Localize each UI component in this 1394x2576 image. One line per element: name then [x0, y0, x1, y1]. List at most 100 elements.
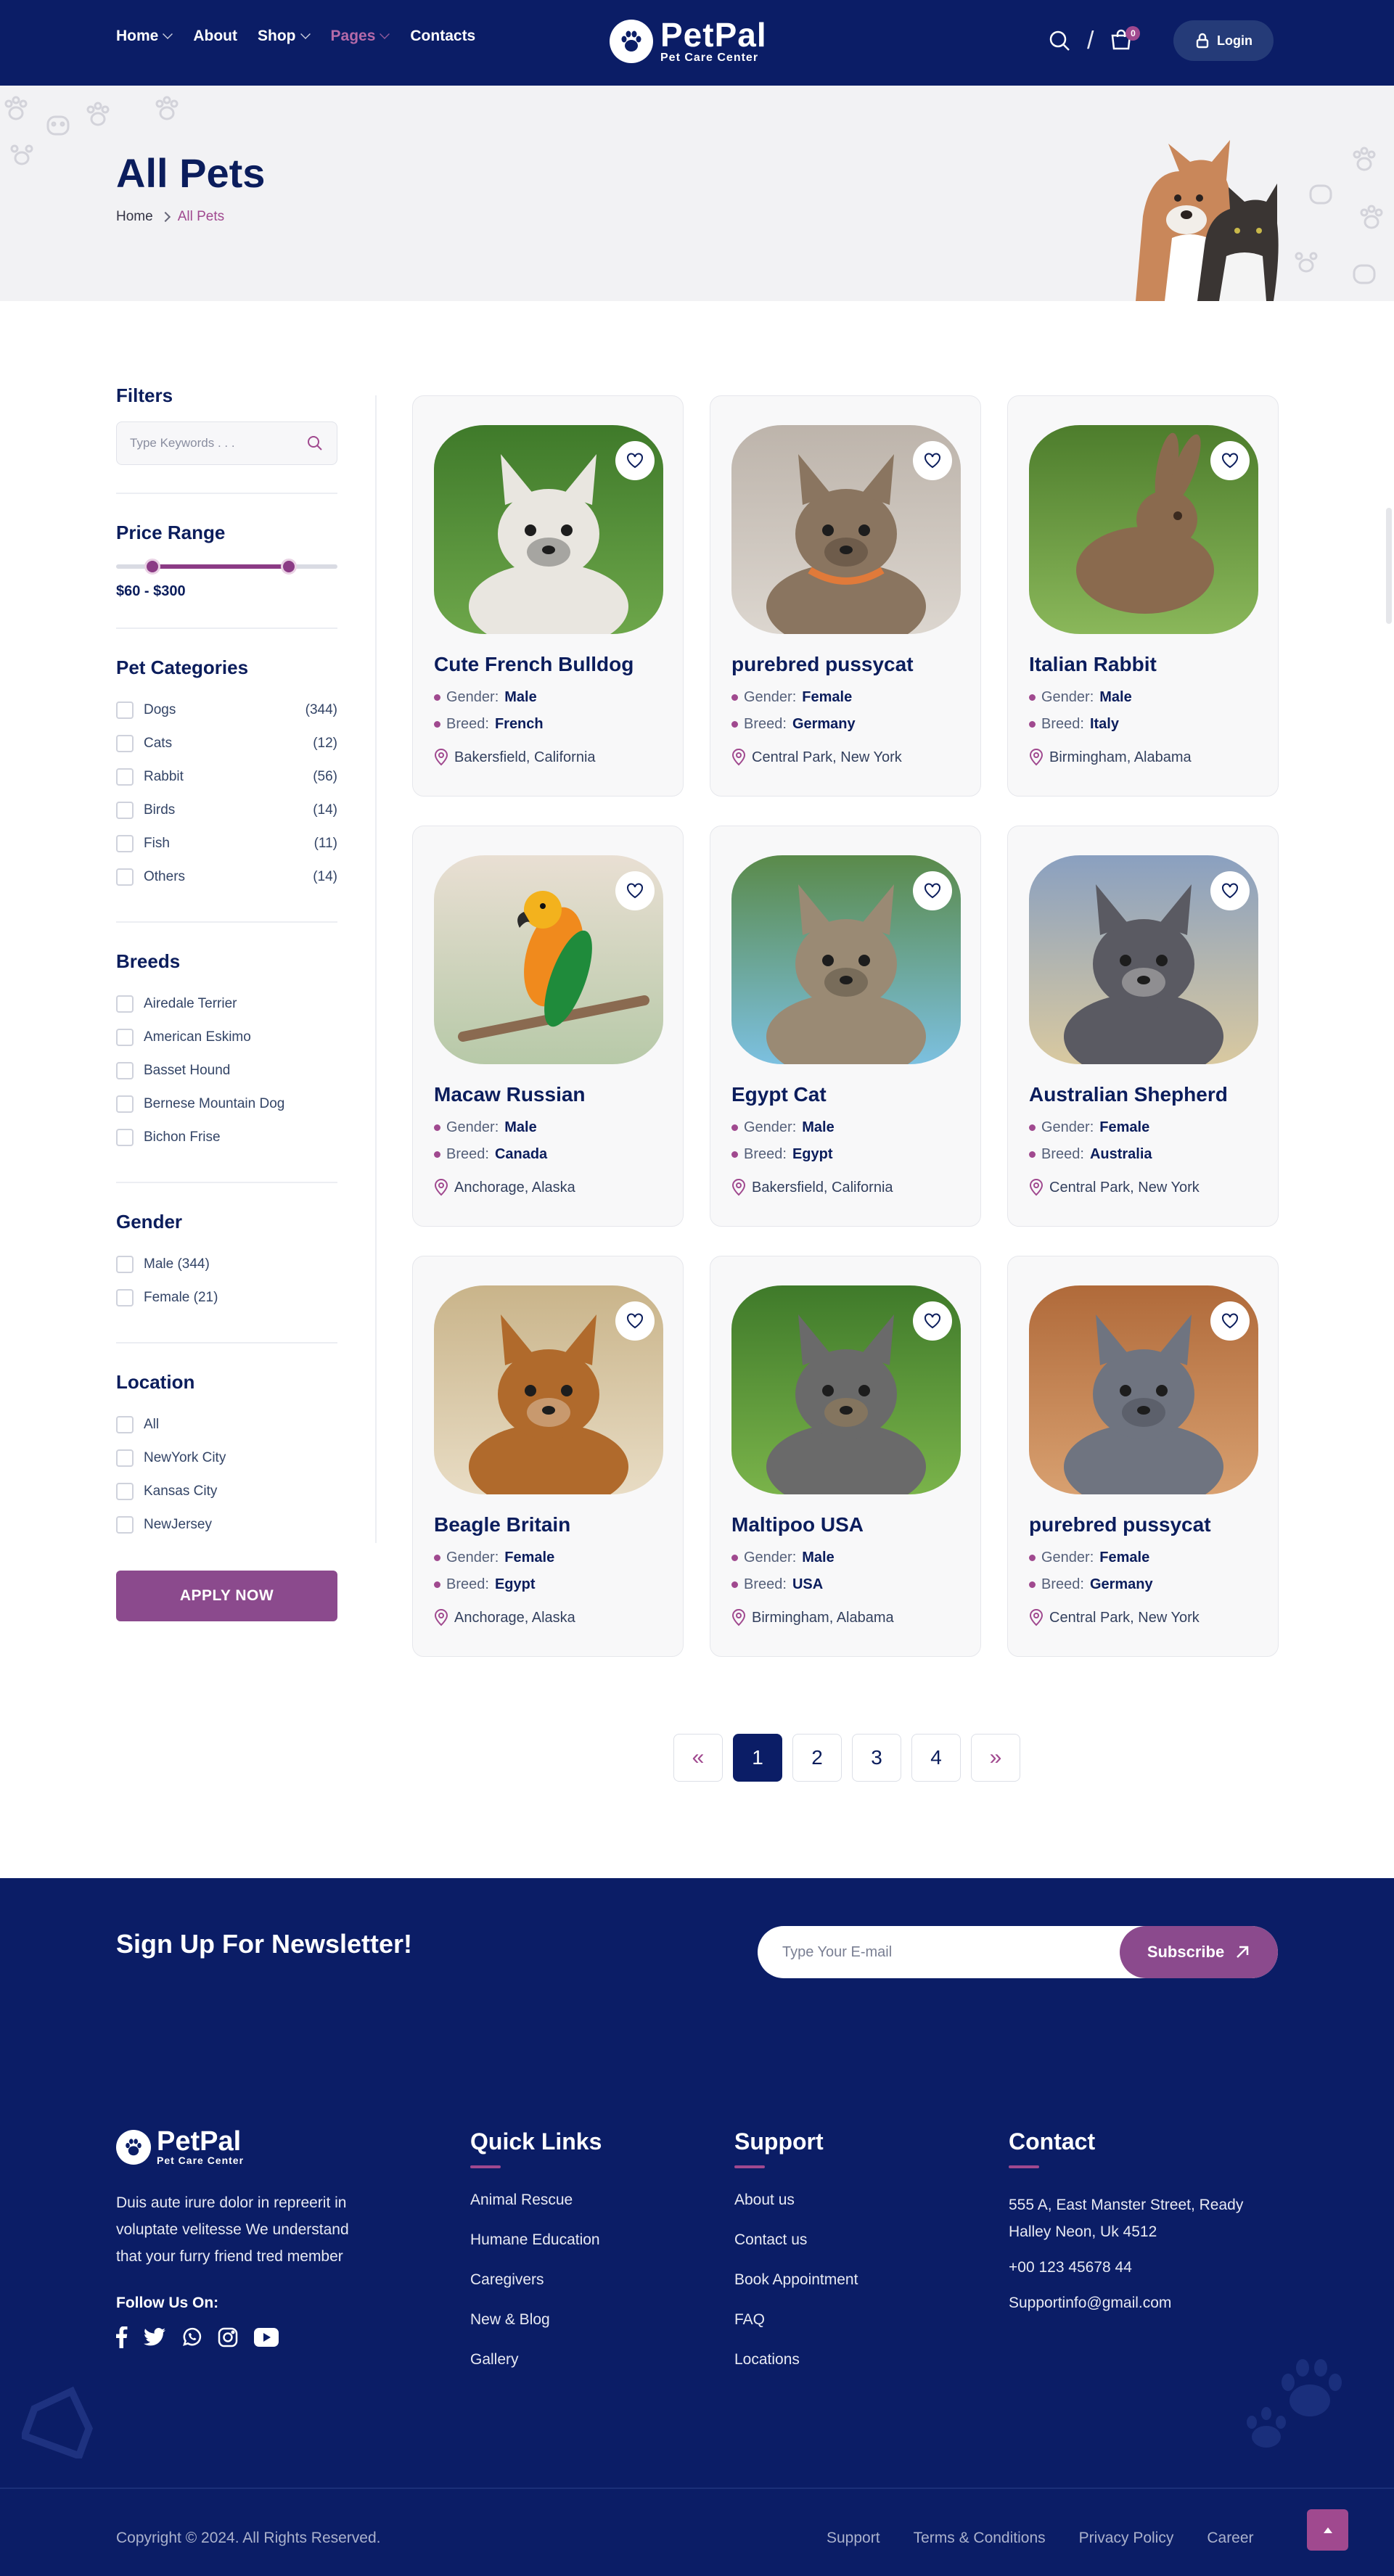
whatsapp-icon[interactable]	[181, 2327, 202, 2347]
footer-bottom-link[interactable]: Career	[1207, 2530, 1253, 2547]
page-button[interactable]: 2	[792, 1734, 842, 1782]
site-logo[interactable]: PetPal Pet Care Center	[610, 18, 767, 64]
footer-link[interactable]: Humane Education	[470, 2231, 602, 2249]
category-option[interactable]: Birds (14)	[116, 794, 337, 827]
footer-bottom-link[interactable]: Support	[827, 2530, 880, 2547]
facebook-icon[interactable]	[116, 2326, 128, 2348]
contact-email[interactable]: Supportinfo@gmail.com	[1009, 2289, 1284, 2316]
checkbox[interactable]	[116, 1095, 134, 1113]
nav-shop[interactable]: Shop	[258, 28, 311, 45]
gender-option[interactable]: Female (21)	[116, 1281, 337, 1314]
pet-card[interactable]: Italian Rabbit Gender: Male Breed: Italy B…	[1007, 395, 1279, 797]
pet-name[interactable]: Maltipoo USA	[731, 1513, 864, 1536]
location-option[interactable]: NewJersey	[116, 1508, 337, 1542]
checkbox[interactable]	[116, 735, 134, 752]
footer-link[interactable]: Gallery	[470, 2351, 602, 2369]
footer-link[interactable]: Locations	[734, 2351, 858, 2369]
pet-card[interactable]: Maltipoo USA Gender: Male Breed: USA Birmi…	[710, 1256, 981, 1657]
location-option[interactable]: Kansas City	[116, 1475, 337, 1508]
instagram-icon[interactable]	[218, 2327, 238, 2347]
checkbox[interactable]	[116, 835, 134, 852]
category-option[interactable]: Fish (11)	[116, 827, 337, 860]
pet-image[interactable]	[731, 855, 961, 1064]
pet-card[interactable]: Cute French Bulldog Gender: Male Breed: Fr…	[412, 395, 684, 797]
heart-icon[interactable]	[615, 1301, 655, 1341]
pet-image[interactable]	[434, 425, 663, 634]
location-option[interactable]: NewYork City	[116, 1441, 337, 1475]
checkbox[interactable]	[116, 1256, 134, 1273]
heart-icon[interactable]	[913, 1301, 952, 1341]
breadcrumb-home[interactable]: Home	[116, 209, 153, 225]
footer-link[interactable]: About us	[734, 2192, 858, 2209]
login-button[interactable]: Login	[1173, 20, 1274, 61]
page-button[interactable]: 4	[911, 1734, 961, 1782]
pet-name[interactable]: Australian Shepherd	[1029, 1083, 1228, 1106]
heart-icon[interactable]	[1210, 871, 1250, 910]
search-icon[interactable]	[306, 435, 324, 452]
keyword-search-input[interactable]: Type Keywords . . .	[116, 421, 337, 465]
nav-home[interactable]: Home	[116, 28, 173, 45]
footer-bottom-link[interactable]: Privacy Policy	[1079, 2530, 1174, 2547]
slider-min-handle[interactable]	[144, 559, 160, 575]
scrollbar[interactable]	[1386, 508, 1392, 624]
price-range-slider[interactable]	[116, 559, 337, 575]
location-option[interactable]: All	[116, 1408, 337, 1441]
footer-bottom-link[interactable]: Terms & Conditions	[914, 2530, 1046, 2547]
checkbox[interactable]	[116, 802, 134, 819]
pet-image[interactable]	[1029, 1285, 1258, 1494]
pet-image[interactable]	[434, 855, 663, 1064]
pet-name[interactable]: purebred pussycat	[731, 653, 914, 676]
nav-about[interactable]: About	[193, 28, 237, 45]
category-option[interactable]: Cats (12)	[116, 727, 337, 760]
checkbox[interactable]	[116, 1029, 134, 1046]
checkbox[interactable]	[116, 1129, 134, 1146]
heart-icon[interactable]	[1210, 441, 1250, 480]
footer-link[interactable]: Animal Rescue	[470, 2192, 602, 2209]
pet-card[interactable]: Beagle Britain Gender: Female Breed: Egypt…	[412, 1256, 684, 1657]
subscribe-button[interactable]: Subscribe	[1120, 1926, 1278, 1978]
youtube-icon[interactable]	[254, 2328, 279, 2347]
pet-name[interactable]: purebred pussycat	[1029, 1513, 1211, 1536]
footer-link[interactable]: New & Blog	[470, 2311, 602, 2329]
breed-option[interactable]: Airedale Terrier	[116, 987, 337, 1021]
pet-name[interactable]: Egypt Cat	[731, 1083, 827, 1106]
search-icon[interactable]	[1045, 26, 1074, 55]
category-option[interactable]: Others (14)	[116, 860, 337, 894]
checkbox[interactable]	[116, 1289, 134, 1306]
pet-image[interactable]	[731, 425, 961, 634]
gender-option[interactable]: Male (344)	[116, 1248, 337, 1281]
heart-icon[interactable]	[913, 871, 952, 910]
footer-link[interactable]: FAQ	[734, 2311, 858, 2329]
heart-icon[interactable]	[615, 871, 655, 910]
pet-image[interactable]	[434, 1285, 663, 1494]
footer-link[interactable]: Book Appointment	[734, 2271, 858, 2289]
heart-icon[interactable]	[913, 441, 952, 480]
footer-link[interactable]: Caregivers	[470, 2271, 602, 2289]
scroll-to-top-button[interactable]	[1307, 2509, 1348, 2551]
pagination-next-button[interactable]: »	[971, 1734, 1020, 1782]
breed-option[interactable]: Basset Hound	[116, 1054, 337, 1087]
footer-link[interactable]: Contact us	[734, 2231, 858, 2249]
breed-option[interactable]: American Eskimo	[116, 1021, 337, 1054]
pet-name[interactable]: Beagle Britain	[434, 1513, 570, 1536]
pet-image[interactable]	[731, 1285, 961, 1494]
pet-card[interactable]: Australian Shepherd Gender: Female Breed:…	[1007, 826, 1279, 1227]
checkbox[interactable]	[116, 1449, 134, 1467]
email-input[interactable]: Type Your E-mail	[782, 1944, 892, 1961]
pet-card[interactable]: Macaw Russian Gender: Male Breed: Canada A…	[412, 826, 684, 1227]
category-option[interactable]: Dogs (344)	[116, 694, 337, 727]
contact-phone[interactable]: +00 123 45678 44	[1009, 2254, 1284, 2281]
checkbox[interactable]	[116, 701, 134, 719]
checkbox[interactable]	[116, 1516, 134, 1534]
apply-now-button[interactable]: APPLY NOW	[116, 1571, 337, 1621]
pagination-prev-button[interactable]: «	[673, 1734, 723, 1782]
twitter-icon[interactable]	[144, 2328, 165, 2347]
breed-option[interactable]: Bichon Frise	[116, 1121, 337, 1154]
breed-option[interactable]: Bernese Mountain Dog	[116, 1087, 337, 1121]
category-option[interactable]: Rabbit (56)	[116, 760, 337, 794]
footer-logo[interactable]: PetPal Pet Care Center	[116, 2128, 377, 2166]
checkbox[interactable]	[116, 1062, 134, 1079]
checkbox[interactable]	[116, 868, 134, 886]
checkbox[interactable]	[116, 1483, 134, 1500]
pet-image[interactable]	[1029, 855, 1258, 1064]
